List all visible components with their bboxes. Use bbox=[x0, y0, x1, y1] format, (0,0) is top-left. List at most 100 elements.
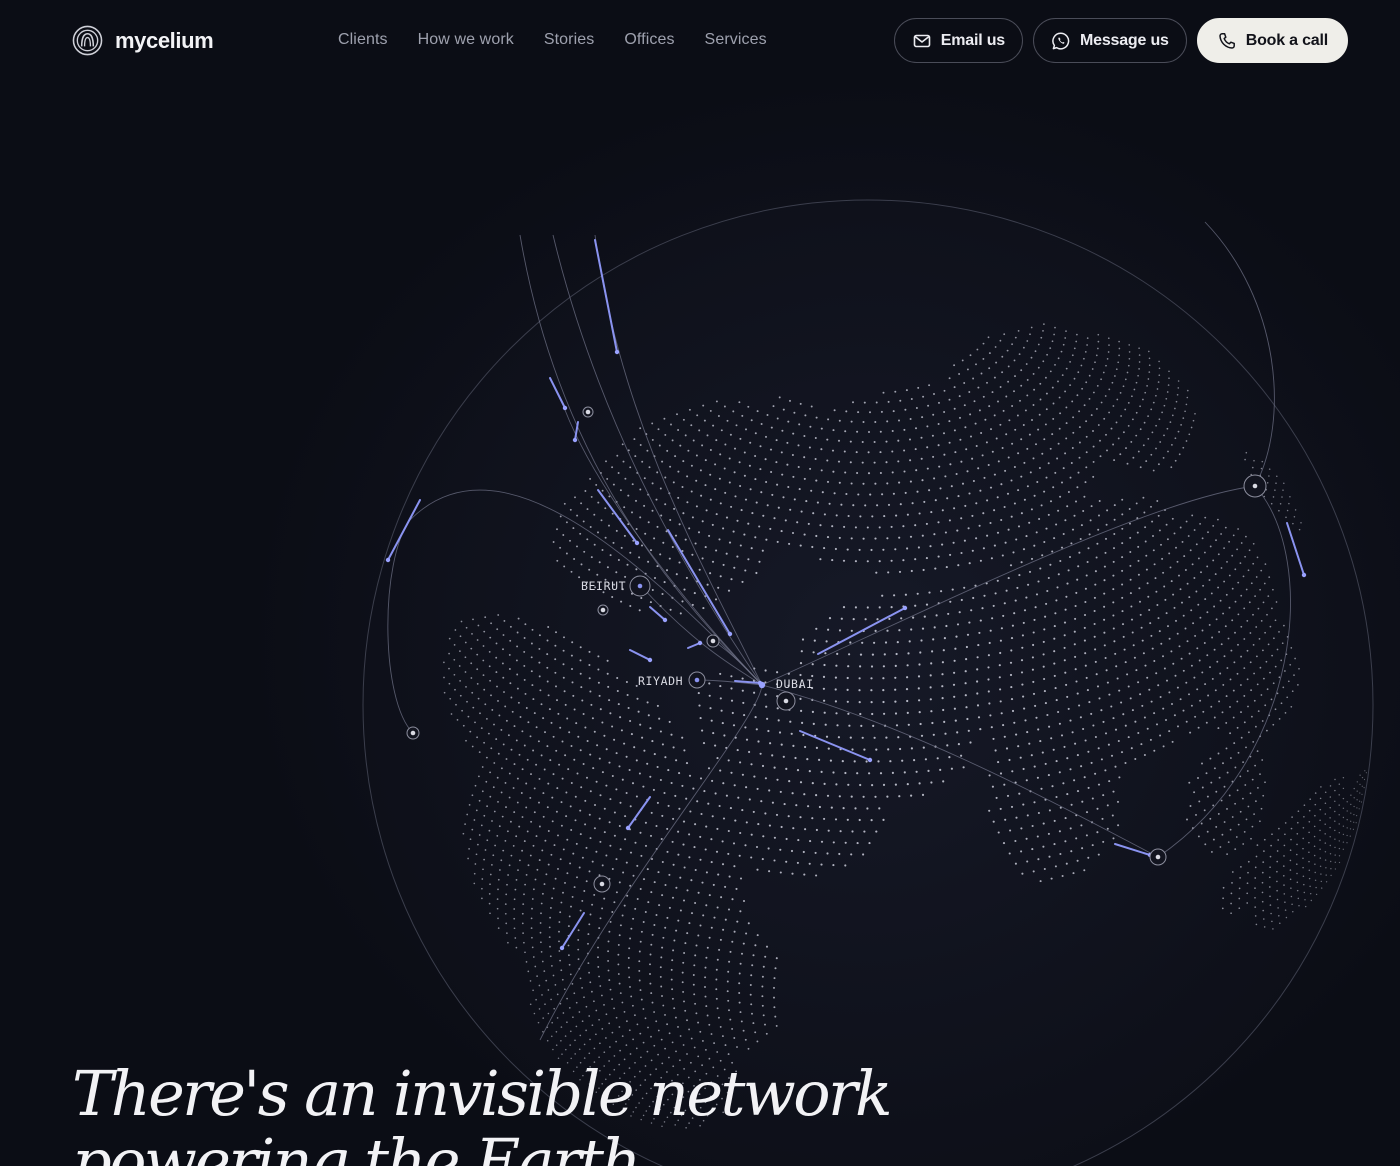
land-dot bbox=[727, 759, 730, 762]
land-dot bbox=[661, 860, 664, 864]
land-dot bbox=[1355, 822, 1357, 824]
land-dot bbox=[661, 995, 663, 997]
land-dot bbox=[1114, 728, 1118, 731]
land-dot bbox=[659, 553, 662, 556]
message-us-button[interactable]: Message us bbox=[1033, 18, 1187, 63]
land-dot bbox=[456, 719, 459, 721]
land-dot bbox=[1139, 428, 1142, 431]
land-dot bbox=[888, 617, 891, 620]
land-dot bbox=[1314, 814, 1316, 817]
land-dot bbox=[1170, 650, 1173, 653]
land-dot bbox=[870, 689, 873, 692]
land-dot bbox=[1278, 631, 1280, 633]
land-dot bbox=[621, 1035, 624, 1037]
land-dot bbox=[1156, 388, 1159, 390]
land-dot bbox=[1103, 644, 1106, 647]
land-dot bbox=[1078, 456, 1081, 459]
land-dot bbox=[876, 504, 879, 507]
land-dot bbox=[695, 505, 698, 508]
land-dot bbox=[757, 740, 760, 743]
land-dot bbox=[1042, 845, 1045, 848]
nav-item-stories[interactable]: Stories bbox=[544, 31, 595, 49]
land-dot bbox=[1023, 498, 1026, 501]
land-dot bbox=[472, 618, 474, 621]
land-dot bbox=[1092, 475, 1095, 478]
land-dot bbox=[723, 467, 726, 470]
land-dot bbox=[767, 847, 770, 850]
land-dot bbox=[608, 524, 610, 527]
land-dot bbox=[686, 475, 689, 478]
land-dot bbox=[1049, 563, 1052, 566]
land-dot bbox=[1026, 378, 1029, 381]
land-dot bbox=[1055, 795, 1058, 799]
brand-logo-link[interactable]: mycelium bbox=[72, 25, 214, 56]
route-pulse bbox=[867, 757, 873, 763]
land-dot bbox=[653, 1044, 656, 1047]
land-dot bbox=[868, 772, 871, 775]
land-dot bbox=[639, 1032, 642, 1035]
land-dot bbox=[1291, 903, 1293, 906]
land-dot bbox=[502, 849, 505, 852]
land-dot bbox=[1102, 720, 1105, 723]
land-dot bbox=[1226, 561, 1228, 563]
land-dot bbox=[1008, 419, 1011, 422]
land-dot bbox=[1103, 631, 1106, 634]
land-dot bbox=[1269, 671, 1271, 674]
land-dot bbox=[547, 1012, 550, 1015]
land-dot bbox=[717, 873, 720, 876]
land-dot bbox=[1162, 571, 1165, 574]
land-dot bbox=[1236, 789, 1239, 792]
land-dot bbox=[670, 978, 673, 981]
land-dot bbox=[589, 913, 592, 916]
land-dot bbox=[651, 1001, 654, 1004]
land-dot bbox=[825, 735, 829, 738]
land-dot bbox=[678, 561, 681, 564]
land-dot bbox=[698, 568, 701, 571]
land-dot bbox=[838, 852, 841, 856]
land-dot bbox=[474, 721, 476, 724]
land-dot bbox=[1220, 799, 1223, 802]
nav-item-services[interactable]: Services bbox=[705, 31, 767, 49]
land-dot bbox=[733, 566, 736, 569]
land-dot bbox=[859, 653, 863, 656]
nav-item-offices[interactable]: Offices bbox=[624, 31, 674, 49]
land-dot bbox=[987, 690, 990, 693]
land-dot bbox=[995, 437, 998, 440]
land-dot bbox=[828, 502, 831, 505]
email-us-button[interactable]: Email us bbox=[893, 18, 1023, 63]
land-dot bbox=[761, 1004, 764, 1007]
book-a-call-button[interactable]: Book a call bbox=[1196, 18, 1348, 63]
land-dot bbox=[979, 489, 982, 492]
land-dot bbox=[823, 547, 826, 550]
land-dot bbox=[832, 864, 835, 867]
land-dot bbox=[1334, 778, 1336, 781]
land-dot bbox=[1189, 731, 1192, 734]
land-dot bbox=[1319, 797, 1322, 800]
land-dot bbox=[469, 730, 472, 733]
land-dot bbox=[844, 864, 847, 867]
land-dot bbox=[558, 940, 560, 943]
land-dot bbox=[1069, 719, 1072, 722]
nav-item-how-we-work[interactable]: How we work bbox=[418, 31, 514, 49]
land-dot bbox=[587, 933, 590, 936]
land-dot bbox=[820, 863, 823, 866]
land-dot bbox=[1243, 638, 1246, 640]
land-dot bbox=[687, 449, 690, 452]
land-dot bbox=[1009, 661, 1013, 664]
land-dot bbox=[715, 439, 718, 442]
land-dot bbox=[705, 956, 708, 959]
land-dot bbox=[619, 1049, 621, 1052]
land-dot bbox=[619, 924, 622, 927]
land-dot bbox=[583, 1043, 586, 1046]
land-dot bbox=[848, 653, 851, 656]
land-dot bbox=[803, 873, 806, 876]
land-dot bbox=[734, 819, 737, 822]
land-dot bbox=[761, 985, 764, 988]
land-dot bbox=[799, 402, 802, 405]
land-dot bbox=[570, 654, 573, 657]
land-dot bbox=[847, 514, 850, 518]
land-dot bbox=[1164, 598, 1167, 601]
land-dot bbox=[1096, 831, 1099, 834]
land-dot bbox=[1142, 496, 1145, 499]
nav-item-clients[interactable]: Clients bbox=[338, 31, 388, 49]
